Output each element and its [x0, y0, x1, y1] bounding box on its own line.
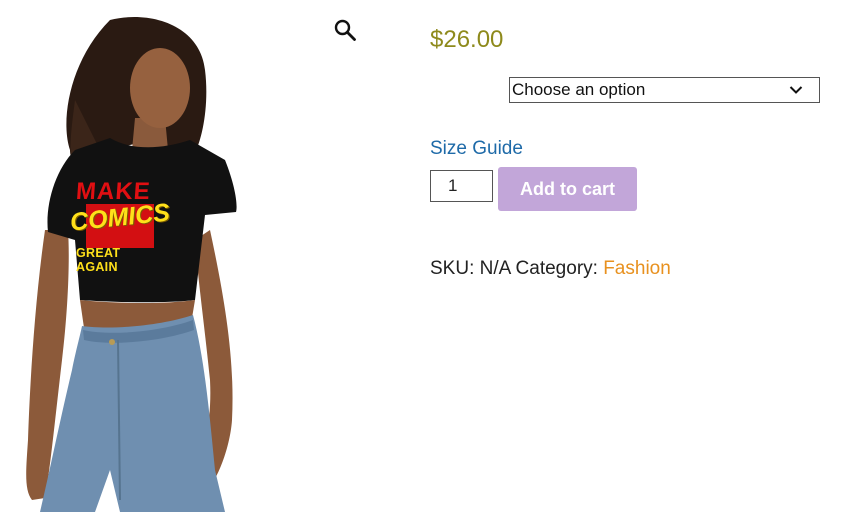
sku-label: SKU: — [430, 258, 475, 279]
variation-select-value: Choose an option — [512, 80, 646, 99]
product-gallery: MAKE COMICS GREAT AGAIN — [0, 0, 380, 512]
sku-value: N/A — [479, 258, 511, 279]
zoom-button[interactable] — [330, 15, 360, 45]
product-photo[interactable] — [0, 0, 380, 512]
chevron-down-icon — [789, 86, 803, 94]
product-summary: $26.00 Choose an option Size Guide Add t… — [430, 0, 860, 512]
category-link[interactable]: Fashion — [603, 258, 671, 279]
product-meta: SKU: N/A Category: Fashion — [430, 258, 671, 280]
add-to-cart-button[interactable]: Add to cart — [498, 167, 637, 211]
tee-print-great-again: GREAT AGAIN — [76, 246, 121, 274]
variation-select[interactable]: Choose an option — [509, 77, 820, 103]
magnifier-icon — [334, 19, 356, 41]
product-price: $26.00 — [430, 26, 504, 53]
quantity-input[interactable] — [430, 170, 493, 202]
category-label: Category: — [515, 258, 598, 279]
size-guide-link[interactable]: Size Guide — [430, 138, 523, 160]
